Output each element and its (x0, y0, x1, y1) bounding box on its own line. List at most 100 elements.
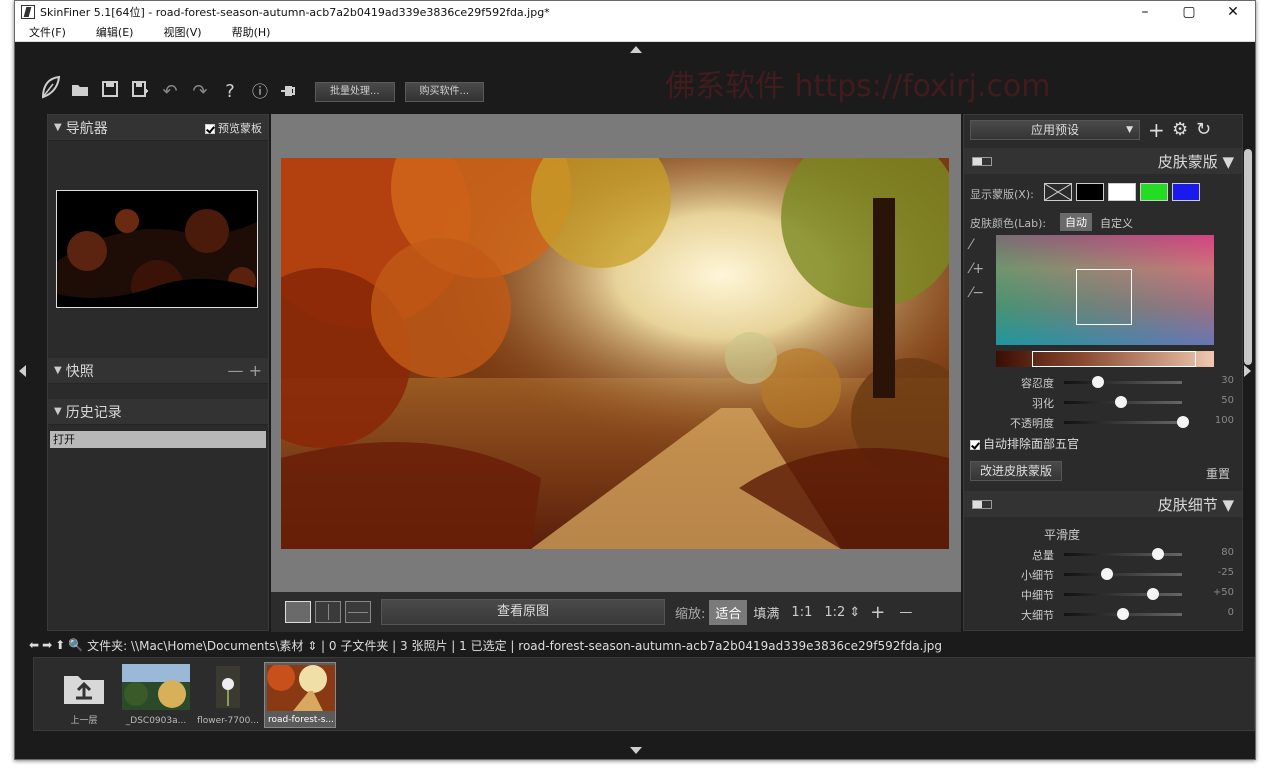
filmstrip-item[interactable]: _DSC0903a... (120, 662, 192, 728)
skin-tone-range-bar[interactable] (996, 351, 1214, 367)
slider-track[interactable] (1064, 593, 1182, 596)
zoom-1-2-button[interactable]: 1:2 ⇕ (824, 605, 860, 620)
add-preset-icon[interactable]: + (1148, 118, 1165, 142)
tolerance-slider[interactable]: 容忍度 30 (974, 373, 1234, 391)
redo-icon[interactable]: ↷ (185, 77, 215, 107)
skin-detail-title: 皮肤细节 ▼ (1157, 495, 1234, 514)
amount-slider[interactable]: 总量 80 (974, 545, 1234, 563)
close-button[interactable]: ✕ (1211, 1, 1255, 23)
snapshot-add-remove-controls[interactable]: — + (228, 361, 263, 380)
skin-color-custom-button[interactable]: 自定义 (1100, 215, 1133, 231)
filmstrip-item-selected[interactable]: road-forest-s... (264, 662, 336, 728)
slider-track[interactable] (1064, 421, 1182, 424)
menu-edit[interactable]: 编辑(E) (96, 24, 134, 40)
slider-knob[interactable] (1147, 588, 1159, 600)
back-arrow-icon[interactable]: ⬅ (29, 638, 39, 652)
filmstrip-item[interactable]: flower-7700... (192, 662, 264, 728)
skin-detail-header[interactable]: 皮肤细节 ▼ (964, 491, 1242, 517)
slider-track[interactable] (1064, 553, 1182, 556)
skin-detail-toggle[interactable] (972, 500, 992, 509)
side-by-side-view-icon[interactable] (315, 601, 341, 623)
zoom-fill-button[interactable]: 填满 (753, 603, 779, 622)
buy-software-button[interactable]: 购买软件... (404, 82, 485, 102)
zoom-in-icon[interactable]: + (870, 602, 885, 623)
filmstrip-up-folder[interactable]: 上一层 (48, 662, 120, 728)
right-panel-scrollbar[interactable] (1244, 149, 1252, 365)
skin-mask-toggle[interactable] (972, 157, 992, 166)
up-arrow-icon[interactable]: ⬆ (55, 638, 65, 652)
folder-path-text[interactable]: 文件夹: \\Mac\Home\Documents\素材 ⇕ | 0 子文件夹 … (87, 637, 942, 654)
eyedropper-icon[interactable]: ⁄ (970, 237, 972, 253)
navigator-header[interactable]: ▼ 导航器 预览蒙板 (48, 115, 268, 141)
apply-preset-dropdown[interactable]: 应用预设 ▼ (970, 120, 1140, 140)
mask-green-swatch[interactable] (1140, 183, 1168, 201)
improve-mask-button[interactable]: 改进皮肤蒙版 (970, 461, 1062, 481)
maximize-button[interactable]: ▢ (1167, 1, 1211, 23)
slider-knob[interactable] (1117, 608, 1129, 620)
settings-gear-icon[interactable]: ⚙ (1172, 119, 1188, 140)
zoom-1-1-button[interactable]: 1:1 (791, 605, 812, 620)
plugin-icon[interactable] (275, 77, 305, 107)
feather-slider[interactable]: 羽化 50 (974, 393, 1234, 411)
collapse-bottom-arrow-icon[interactable] (630, 747, 642, 754)
main-photo[interactable] (281, 158, 949, 549)
history-header[interactable]: ▼ 历史记录 (48, 399, 268, 425)
large-detail-label: 大细节 (1021, 609, 1054, 622)
watermark-text: 佛系软件 https://foxirj.com (665, 69, 1051, 104)
slider-knob[interactable] (1177, 416, 1189, 428)
image-canvas[interactable] (271, 114, 961, 592)
chevron-down-icon: ▼ (1126, 125, 1133, 135)
slider-track[interactable] (1064, 381, 1182, 384)
photo-thumbnail (122, 664, 190, 710)
save-as-icon[interactable] (125, 77, 155, 107)
eyedropper-subtract-icon[interactable]: ⁄− (970, 285, 984, 301)
menu-file[interactable]: 文件(F) (29, 24, 66, 40)
refresh-icon[interactable]: ↻ (1196, 119, 1211, 140)
minimize-button[interactable]: – (1123, 1, 1167, 23)
auto-exclude-checkbox[interactable]: 自动排除面部五官 (970, 435, 1079, 452)
single-view-icon[interactable] (285, 601, 311, 623)
skin-color-selection-box[interactable] (1076, 269, 1132, 325)
save-icon[interactable] (95, 77, 125, 107)
snapshot-header[interactable]: ▼ 快照 — + (48, 358, 268, 384)
skin-color-auto-button[interactable]: 自动 (1060, 213, 1092, 231)
skin-color-picker[interactable] (996, 235, 1214, 345)
mask-blue-swatch[interactable] (1172, 183, 1200, 201)
slider-knob[interactable] (1101, 568, 1113, 580)
collapse-right-arrow-icon[interactable] (1244, 365, 1251, 377)
large-detail-slider[interactable]: 大细节 0 (974, 605, 1234, 623)
navigator-thumbnail[interactable] (56, 190, 258, 308)
open-folder-icon[interactable] (65, 77, 95, 107)
collapse-left-arrow-icon[interactable] (19, 365, 26, 377)
zoom-fit-button[interactable]: 适合 (709, 599, 748, 625)
search-icon[interactable]: 🔍 (68, 638, 83, 652)
skin-tone-range-handle[interactable] (1032, 351, 1196, 367)
help-icon[interactable]: ? (215, 77, 245, 107)
batch-process-button[interactable]: 批量处理... (315, 82, 395, 102)
view-original-button[interactable]: 查看原图 (381, 599, 665, 625)
history-item[interactable]: 打开 (50, 431, 266, 448)
skin-mask-header[interactable]: 皮肤蒙版 ▼ (964, 148, 1242, 174)
info-icon[interactable]: ⓘ (245, 77, 275, 107)
zoom-out-icon[interactable]: — (899, 605, 912, 620)
preview-mask-checkbox[interactable]: 预览蒙板 (205, 120, 262, 136)
medium-detail-slider[interactable]: 中细节 +50 (974, 585, 1234, 603)
opacity-slider[interactable]: 不透明度 100 (974, 413, 1234, 431)
slider-knob[interactable] (1092, 376, 1104, 388)
split-view-icon[interactable] (345, 601, 371, 623)
menu-help[interactable]: 帮助(H) (232, 24, 271, 40)
mask-white-swatch[interactable] (1108, 183, 1136, 201)
reset-button[interactable]: 重置 (1206, 465, 1230, 482)
mask-none-swatch[interactable] (1044, 183, 1072, 201)
small-detail-slider[interactable]: 小细节 -25 (974, 565, 1234, 583)
menu-view[interactable]: 视图(V) (163, 24, 201, 40)
eyedropper-add-icon[interactable]: ⁄+ (970, 261, 984, 277)
filmstrip-caption: road-forest-s... (268, 715, 334, 725)
forward-arrow-icon[interactable]: ➡ (42, 638, 52, 652)
mask-black-swatch[interactable] (1076, 183, 1104, 201)
slider-knob[interactable] (1152, 548, 1164, 560)
collapse-top-arrow-icon[interactable] (630, 46, 642, 53)
slider-track[interactable] (1064, 573, 1182, 576)
undo-icon[interactable]: ↶ (155, 77, 185, 107)
slider-knob[interactable] (1115, 396, 1127, 408)
